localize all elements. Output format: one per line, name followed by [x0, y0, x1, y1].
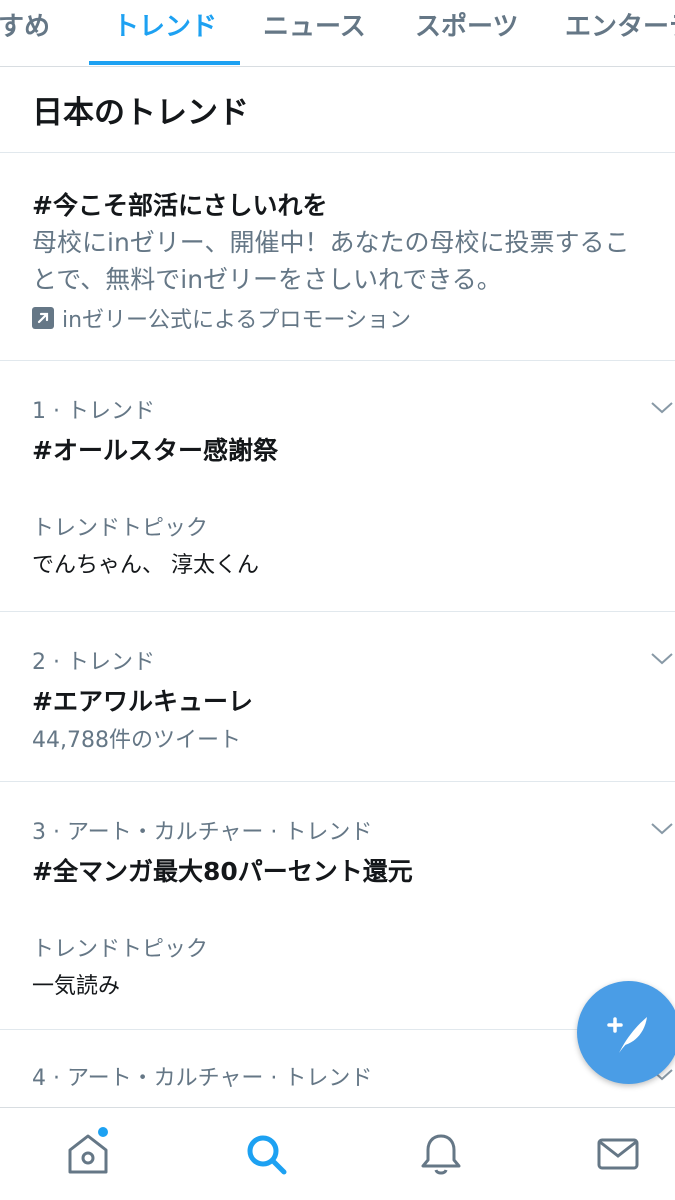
- trend-meta: 3 · アート・カルチャー · トレンド: [32, 820, 373, 845]
- explore-tabs: すめ トレンド ニュース スポーツ エンターテ: [0, 0, 675, 67]
- active-tab-indicator: [89, 61, 240, 65]
- search-icon[interactable]: [242, 1130, 290, 1178]
- promoted-trend-description: 母校にinゼリー、開催中！あなたの母校に投票することで、無料でinゼリーをさしい…: [32, 228, 630, 294]
- notifications-icon[interactable]: [417, 1130, 465, 1178]
- trend-tweet-count: 44,788件のツイート: [32, 728, 241, 753]
- trend-topic-label: トレンドトピック: [32, 516, 209, 541]
- tab-trends[interactable]: トレンド: [113, 0, 217, 66]
- trend-item-4[interactable]: 4 · アート・カルチャー · トレンド: [0, 1030, 675, 1107]
- promoted-label: inゼリー公式によるプロモーション: [32, 302, 411, 334]
- promoted-trend[interactable]: #今こそ部活にさしいれを 母校にinゼリー、開催中！あなたの母校に投票することで…: [0, 153, 675, 361]
- trend-meta: 2 · トレンド: [32, 650, 155, 675]
- promoted-by-text: inゼリー公式によるプロモーション: [62, 308, 411, 333]
- home-icon[interactable]: [64, 1130, 112, 1178]
- trend-meta: 1 · トレンド: [32, 399, 155, 424]
- promoted-arrow-icon: [32, 307, 54, 329]
- chevron-down-icon[interactable]: [649, 815, 675, 841]
- bottom-navigation: [0, 1107, 675, 1200]
- messages-icon[interactable]: [594, 1130, 642, 1178]
- promoted-trend-name: #今こそ部活にさしいれを: [32, 191, 328, 220]
- trend-meta: 4 · アート・カルチャー · トレンド: [32, 1066, 373, 1091]
- new-content-indicator: [98, 1127, 108, 1137]
- trend-name: #オールスター感謝祭: [32, 436, 278, 465]
- trend-item-1[interactable]: 1 · トレンド #オールスター感謝祭 トレンドトピック でんちゃん、 淳太くん: [0, 361, 675, 612]
- tab-sports[interactable]: スポーツ: [415, 0, 518, 66]
- compose-tweet-icon: [606, 1016, 647, 1053]
- chevron-down-icon[interactable]: [649, 394, 675, 420]
- trend-topic: 一気読み: [32, 974, 121, 999]
- trend-item-3[interactable]: 3 · アート・カルチャー · トレンド #全マンガ最大80パーセント還元 トレ…: [0, 782, 675, 1030]
- trend-name: #全マンガ最大80パーセント還元: [32, 857, 413, 886]
- section-header: 日本のトレンド: [0, 67, 675, 153]
- section-title: 日本のトレンド: [32, 95, 249, 131]
- tab-entertainment[interactable]: エンターテ: [565, 0, 675, 66]
- trend-topic-label: トレンドトピック: [32, 937, 209, 962]
- compose-tweet-button[interactable]: [577, 981, 675, 1084]
- trend-item-2[interactable]: 2 · トレンド #エアワルキューレ 44,788件のツイート: [0, 612, 675, 782]
- chevron-down-icon[interactable]: [649, 645, 675, 671]
- trend-name: #エアワルキューレ: [32, 687, 253, 716]
- explore-screen: すめ トレンド ニュース スポーツ エンターテ 日本のトレンド #今こそ部活にさ…: [0, 0, 675, 1200]
- tab-news[interactable]: ニュース: [263, 0, 366, 66]
- tab-recommended[interactable]: すめ: [0, 0, 50, 66]
- trend-topic: でんちゃん、 淳太くん: [32, 553, 259, 578]
